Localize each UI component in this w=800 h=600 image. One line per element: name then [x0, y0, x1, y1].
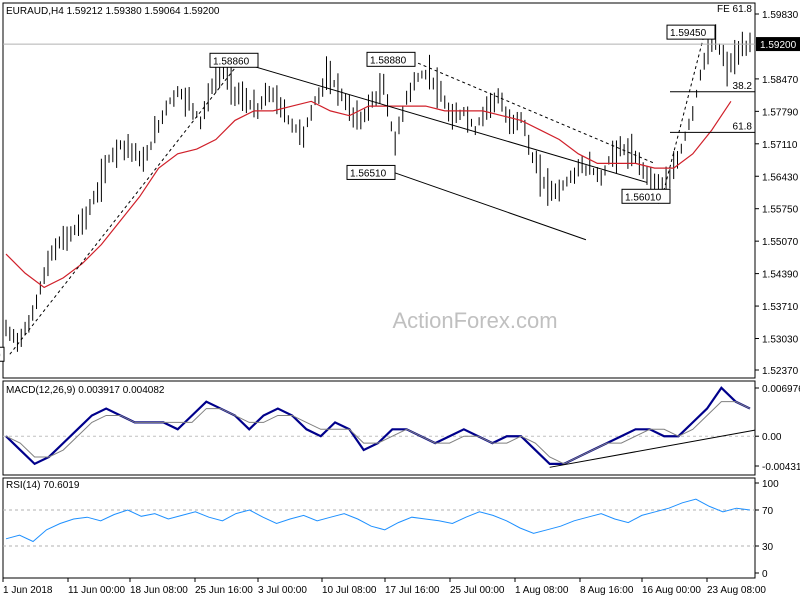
rsi-y-tick-label: 100 — [762, 479, 779, 490]
x-tick-label: 3 Jul 00:00 — [258, 585, 307, 596]
trendline — [661, 34, 705, 197]
trendline — [9, 58, 243, 355]
price-callout-text: 1.56010 — [625, 192, 662, 203]
price-callout-box — [0, 346, 5, 362]
x-tick-label: 16 Aug 00:00 — [642, 585, 701, 596]
price-y-tick-label: 1.59830 — [762, 10, 799, 21]
price-y-tick-label: 1.58470 — [762, 75, 799, 86]
price-callout-text: 1.58860 — [213, 56, 250, 67]
x-tick-label: 23 Aug 08:00 — [707, 585, 766, 596]
price-y-tick-label: 1.57790 — [762, 107, 799, 118]
fib-level-label: 38.2 — [733, 81, 753, 92]
rsi-y-tick-label: 30 — [762, 542, 774, 553]
axis-layer: 1.59830 1.58470 1.57790 1.57110 1.56430 1.557… — [2, 10, 800, 596]
x-tick-label: 11 Jun 00:00 — [68, 585, 126, 596]
x-tick-label: 25 Jun 16:00 — [195, 585, 253, 596]
rsi-layer — [3, 498, 755, 547]
price-y-tick-label: 1.52370 — [762, 366, 799, 377]
x-tick-label: 10 Jul 08:00 — [322, 585, 377, 596]
chart-canvas: ActionForex.com EURAUD,H4 1.59212 1.5938… — [0, 2, 800, 596]
price-callout-text: 1.58880 — [370, 55, 407, 66]
x-tick-label: 1 Jun 2018 — [3, 585, 53, 596]
fe-label: FE 61.8 — [717, 4, 752, 15]
rsi-y-tick-label: 70 — [762, 506, 774, 517]
x-tick-label: 17 Jul 16:00 — [385, 585, 440, 596]
x-tick-label: 1 Aug 08:00 — [515, 585, 569, 596]
rsi-line — [5, 498, 751, 543]
price-y-tick-label: 1.55070 — [762, 237, 799, 248]
fib-level-label: 61.8 — [733, 121, 753, 132]
macd-line — [5, 386, 751, 466]
price-callout-text: 1.56510 — [350, 168, 387, 179]
macd-header: MACD(12,26,9) 0.003917 0.004082 — [6, 385, 165, 396]
macd-signal-line — [5, 401, 751, 465]
x-tick-label: 8 Aug 16:00 — [580, 585, 634, 596]
macd-layer — [3, 386, 756, 468]
price-y-tick-label: 1.56430 — [762, 172, 799, 183]
macd-y-tick-label: 0.006976 — [762, 384, 800, 395]
price-y-tick-label: 1.57110 — [762, 140, 798, 151]
price-callout-text: 1.59450 — [670, 28, 707, 39]
x-tick-label: 25 Jul 00:00 — [450, 585, 505, 596]
rsi-y-tick-label: 0 — [762, 569, 768, 580]
trendline — [395, 172, 587, 241]
rsi-header: RSI(14) 70.6019 — [6, 480, 80, 491]
trendline — [417, 62, 655, 164]
price-y-tick-label: 1.53710 — [762, 302, 799, 313]
price-y-tick-label: 1.54390 — [762, 270, 799, 281]
price-y-tick-label: 1.53030 — [762, 335, 799, 346]
macd-y-tick-label: -0.00431 — [762, 462, 800, 473]
macd-y-tick-label: 0.00 — [762, 432, 782, 443]
watermark: ActionForex.com — [392, 308, 557, 333]
x-tick-label: 18 Jun 08:00 — [130, 585, 188, 596]
price-header: EURAUD,H4 1.59212 1.59380 1.59064 1.5920… — [6, 6, 220, 17]
price-y-tick-label: 1.55750 — [762, 205, 799, 216]
current-price-label: 1.59200 — [760, 40, 797, 51]
trendline — [242, 62, 648, 183]
